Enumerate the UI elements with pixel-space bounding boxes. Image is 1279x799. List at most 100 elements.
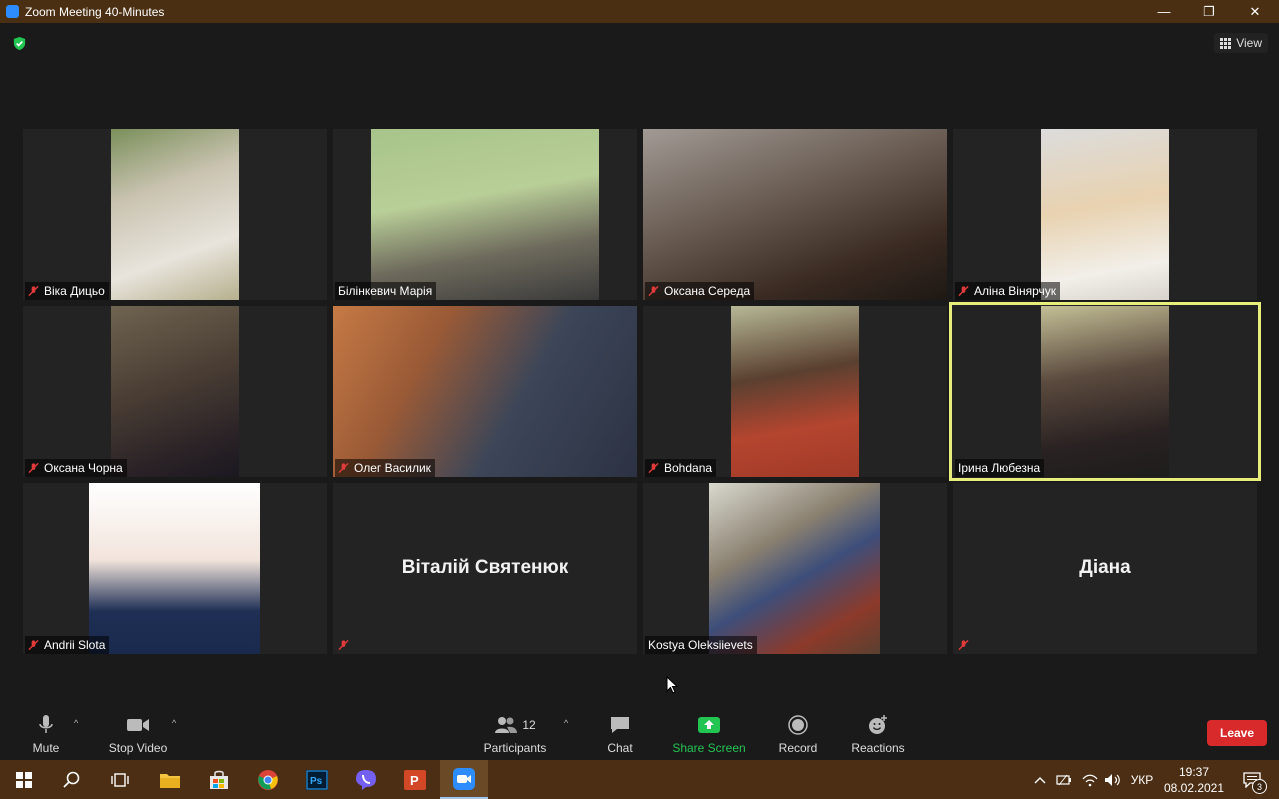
network-tray-button[interactable] xyxy=(1080,760,1100,799)
microphone-icon xyxy=(39,715,53,733)
chrome-button[interactable] xyxy=(244,760,292,799)
video-options-caret-icon[interactable]: ^ xyxy=(172,718,176,728)
participant-name-tag: Bohdana xyxy=(645,459,717,477)
leave-button[interactable]: Leave xyxy=(1207,720,1267,746)
viber-icon xyxy=(356,769,376,790)
participant-video xyxy=(731,306,859,477)
clock-date: 08.02.2021 xyxy=(1163,780,1225,795)
participant-tile[interactable]: Оксана Середа xyxy=(643,129,947,300)
search-icon xyxy=(63,771,80,788)
mic-muted-icon xyxy=(28,639,39,651)
mic-muted-icon xyxy=(648,462,659,474)
clock[interactable]: 19:37 08.02.2021 xyxy=(1160,760,1228,799)
participant-video xyxy=(1041,306,1169,477)
participant-tile[interactable]: Білінкевич Марія xyxy=(333,129,637,300)
participant-tile[interactable]: Віталій Святенюк xyxy=(333,483,637,654)
powerpoint-button[interactable]: P xyxy=(391,760,439,799)
mic-muted-icon xyxy=(958,639,969,651)
participant-video xyxy=(1041,129,1169,300)
task-view-button[interactable] xyxy=(96,760,144,799)
chat-bubble-icon xyxy=(611,717,629,733)
participant-name: Bohdana xyxy=(664,461,713,475)
participant-video xyxy=(371,129,599,300)
taskbar-search-button[interactable] xyxy=(48,760,96,799)
mute-label: Mute xyxy=(32,741,60,755)
reactions-button[interactable]: Reactions xyxy=(851,714,905,755)
mute-button[interactable]: Mute xyxy=(31,714,61,755)
chat-button[interactable]: Chat xyxy=(603,714,637,755)
action-center-button[interactable]: 3 xyxy=(1232,760,1272,799)
volume-tray-button[interactable] xyxy=(1102,760,1124,799)
notifications-count-badge: 3 xyxy=(1252,779,1267,794)
participant-name-tag xyxy=(955,636,978,654)
mic-muted-icon xyxy=(28,462,39,474)
meeting-toolbar: Mute ^ Stop Video ^ 12 Participants ^ Ch… xyxy=(0,704,1279,760)
maximize-button[interactable]: ❐ xyxy=(1186,0,1232,23)
input-language-indicator[interactable]: УКР xyxy=(1126,760,1158,799)
stop-video-label: Stop Video xyxy=(108,741,168,755)
photoshop-icon: Ps xyxy=(306,769,328,790)
encryption-shield-icon[interactable] xyxy=(12,36,27,51)
viber-button[interactable] xyxy=(342,760,390,799)
participant-video xyxy=(709,483,880,654)
mouse-cursor-icon xyxy=(666,676,678,694)
participant-name: Аліна Вінярчук xyxy=(974,284,1057,298)
record-icon xyxy=(788,715,808,735)
zoom-taskbar-button[interactable] xyxy=(440,760,488,799)
participant-tile[interactable]: Діана xyxy=(953,483,1257,654)
file-explorer-button[interactable] xyxy=(146,760,194,799)
participants-label: Participants xyxy=(483,741,547,755)
mic-muted-icon xyxy=(958,285,969,297)
participant-tile[interactable]: Віка Дицьо xyxy=(23,129,327,300)
participant-name-tag: Віка Дицьо xyxy=(25,282,109,300)
zoom-icon xyxy=(453,767,475,790)
share-screen-button[interactable]: Share Screen xyxy=(672,714,746,755)
power-tray-button[interactable] xyxy=(1054,760,1074,799)
photoshop-button[interactable]: Ps xyxy=(293,760,341,799)
participant-tile[interactable]: Bohdana xyxy=(643,306,947,477)
video-camera-icon xyxy=(127,719,149,731)
participant-tile[interactable]: Kostya Oleksiievets xyxy=(643,483,947,654)
participant-name: Ірина Любезна xyxy=(958,461,1041,475)
participants-icon xyxy=(495,717,518,733)
store-button[interactable] xyxy=(195,760,243,799)
participant-tile-active-speaker[interactable]: Ірина Любезна xyxy=(949,302,1261,481)
participants-count-badge: 12 xyxy=(522,718,536,732)
mic-muted-icon xyxy=(338,462,349,474)
participant-video xyxy=(643,129,947,300)
chrome-icon xyxy=(258,769,278,790)
participant-name-tag: Ірина Любезна xyxy=(955,459,1045,477)
participant-tile[interactable]: Аліна Вінярчук xyxy=(953,129,1257,300)
svg-text:P: P xyxy=(410,773,419,788)
video-gallery: View Віка Дицьо Білінкевич Марія Оксана … xyxy=(0,23,1279,704)
show-hidden-icons-button[interactable] xyxy=(1031,760,1049,799)
participants-options-caret-icon[interactable]: ^ xyxy=(564,718,568,728)
view-label: View xyxy=(1236,36,1262,50)
share-screen-label: Share Screen xyxy=(672,741,746,755)
view-button[interactable]: View xyxy=(1214,33,1268,53)
start-button[interactable] xyxy=(0,760,48,799)
mic-muted-icon xyxy=(338,639,349,651)
store-bag-icon xyxy=(210,770,228,789)
task-view-icon xyxy=(111,772,129,787)
window-title: Zoom Meeting 40-Minutes xyxy=(25,4,165,19)
folder-icon xyxy=(160,773,180,788)
participant-tile[interactable]: Олег Василик xyxy=(333,306,637,477)
participant-name-tag: Оксана Чорна xyxy=(25,459,127,477)
zoom-app-icon xyxy=(6,5,19,18)
grid-icon xyxy=(1220,37,1232,49)
close-button[interactable]: ✕ xyxy=(1232,0,1278,23)
record-button[interactable]: Record xyxy=(778,714,818,755)
participant-tile[interactable]: Оксана Чорна xyxy=(23,306,327,477)
mute-options-caret-icon[interactable]: ^ xyxy=(74,718,78,728)
stop-video-button[interactable]: Stop Video xyxy=(108,714,168,755)
minimize-button[interactable]: — xyxy=(1141,0,1187,23)
participant-name: Kostya Oleksiievets xyxy=(648,638,753,652)
participant-display-name: Діана xyxy=(1079,557,1131,578)
window-titlebar: Zoom Meeting 40-Minutes — ❐ ✕ xyxy=(0,0,1279,23)
participants-button[interactable]: 12 Participants xyxy=(483,714,547,755)
participant-name-tag: Andrii Slota xyxy=(25,636,110,654)
speaker-icon xyxy=(1105,773,1120,786)
participant-tile[interactable]: Andrii Slota xyxy=(23,483,327,654)
reactions-smiley-icon xyxy=(869,715,887,734)
